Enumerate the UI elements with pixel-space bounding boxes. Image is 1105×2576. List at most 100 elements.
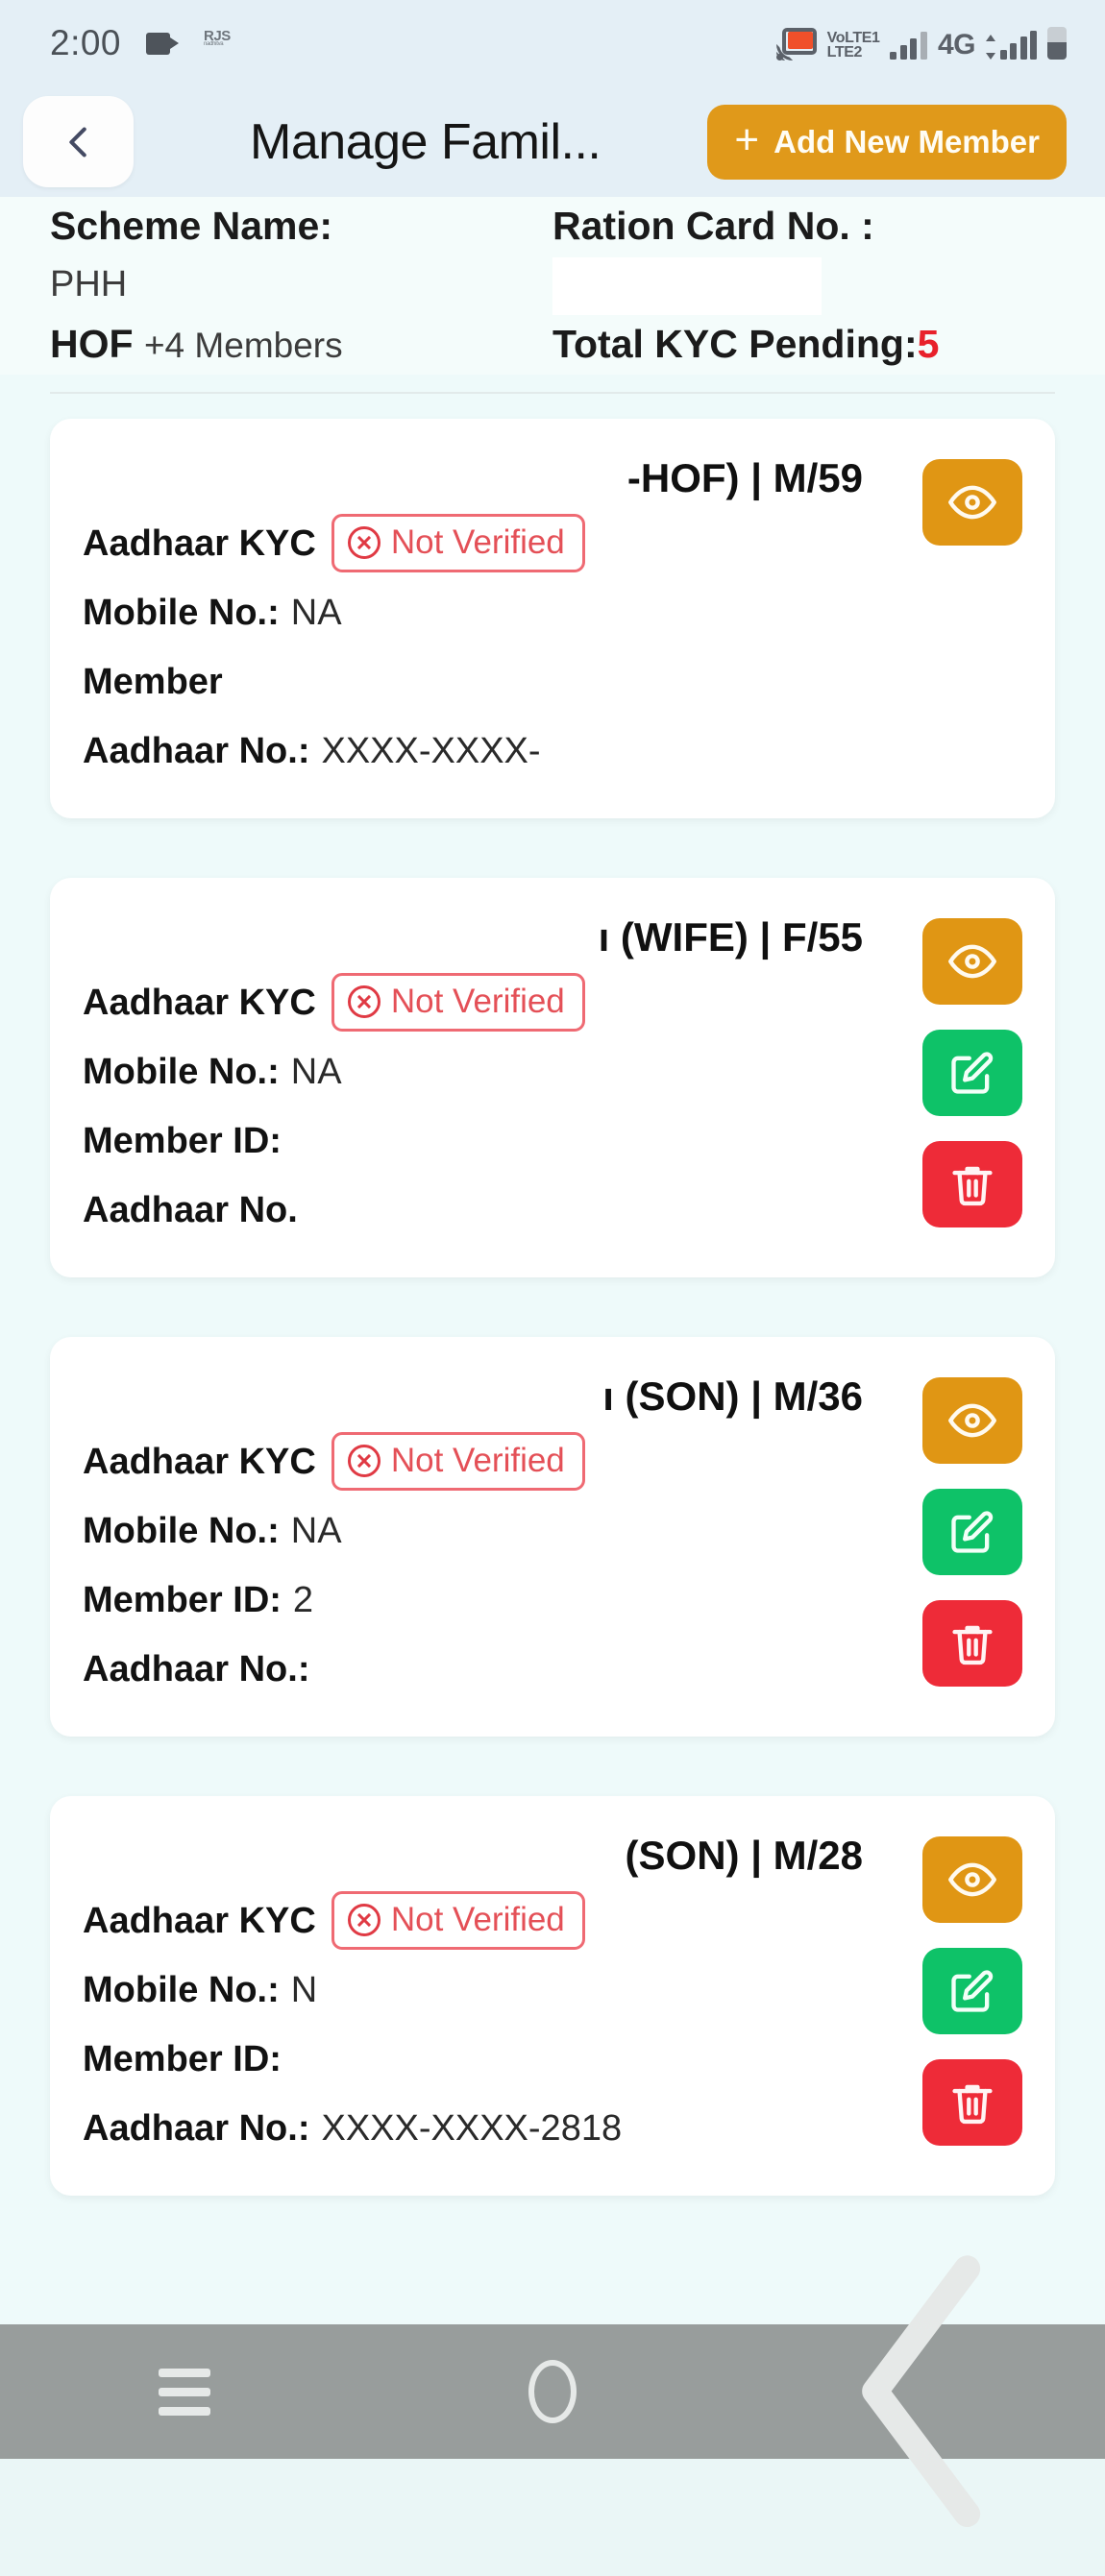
- status-bar: 2:00 RJS nadhitva VoLTE1 LTE2 4G: [0, 0, 1105, 86]
- member-mobile-row: Mobile No.: N: [83, 1956, 922, 2025]
- member-card-actions: [922, 1366, 1022, 1704]
- aadhaar-kyc-label: Aadhaar KYC: [83, 1900, 316, 1941]
- delete-member-button[interactable]: [922, 1140, 1022, 1227]
- mobile-no-value: N: [290, 1969, 318, 2010]
- recents-button[interactable]: [0, 2368, 368, 2416]
- mobile-no-label: Mobile No.:: [83, 1051, 280, 1092]
- redacted-value: [552, 256, 822, 315]
- member-card-body: ı (WIFE) | F/55 Aadhaar KYC Not Verified…: [83, 907, 922, 1245]
- member-card[interactable]: (SON) | M/28 Aadhaar KYC Not Verified Mo…: [50, 1795, 1055, 2196]
- status-badge-label: Not Verified: [390, 1442, 565, 1480]
- status-bar-clock: 2:00: [50, 23, 122, 62]
- delete-member-button[interactable]: [922, 2058, 1022, 2146]
- family-summary: Scheme Name: PHH Ration Card No. : HOF +…: [0, 197, 1105, 375]
- member-id-label: Member ID:: [83, 1120, 282, 1161]
- delete-member-button[interactable]: [922, 1599, 1022, 1687]
- trash-icon: [952, 1625, 993, 1665]
- kyc-pending-count: 5: [917, 321, 940, 366]
- scheme-name-label: Scheme Name:: [50, 204, 332, 248]
- scheme-name-block: Scheme Name: PHH: [50, 197, 552, 315]
- eye-icon: [948, 1403, 996, 1438]
- eye-icon: [948, 1862, 996, 1897]
- trash-icon: [952, 1166, 993, 1206]
- member-mobile-row: Mobile No.: NA: [83, 1037, 922, 1106]
- edit-member-button[interactable]: [922, 1029, 1022, 1116]
- view-member-button[interactable]: [922, 1376, 1022, 1464]
- member-id-label: Member: [83, 661, 223, 702]
- member-aadhaar-row: Aadhaar No.:: [83, 1635, 922, 1704]
- back-button[interactable]: [23, 96, 134, 187]
- member-card-body: (SON) | M/28 Aadhaar KYC Not Verified Mo…: [83, 1825, 922, 2163]
- content-scroll-area[interactable]: Scheme Name: PHH Ration Card No. : HOF +…: [0, 197, 1105, 2324]
- view-member-button[interactable]: [922, 1835, 1022, 1923]
- member-aadhaar-row: Aadhaar No.: XXXX-XXXX-2818: [83, 2094, 922, 2163]
- member-id-label: Member ID:: [83, 1579, 282, 1620]
- summary-row-1: Scheme Name: PHH Ration Card No. :: [50, 197, 1055, 315]
- member-id-row: Member ID:: [83, 2025, 922, 2094]
- member-aadhaar-row: Aadhaar No.: XXXX-XXXX-: [83, 717, 922, 786]
- volte-icon: VoLTE1 LTE2: [826, 31, 880, 61]
- member-name: ı (WIFE) | F/55: [598, 913, 863, 960]
- edit-member-button[interactable]: [922, 1488, 1022, 1575]
- system-back-button[interactable]: [737, 2207, 1105, 2575]
- mobile-no-label: Mobile No.:: [83, 592, 280, 633]
- status-badge-label: Not Verified: [390, 1901, 565, 1939]
- member-id-label: Member ID:: [83, 2038, 282, 2079]
- recents-menu-icon: [158, 2368, 210, 2416]
- kyc-pending-label: Total KYC Pending:5: [552, 315, 1055, 373]
- battery-icon: [1047, 27, 1067, 60]
- aadhaar-no-label: Aadhaar No.:: [83, 730, 310, 771]
- member-card[interactable]: -HOF) | M/59 Aadhaar KYC Not Verified Mo…: [50, 418, 1055, 818]
- hof-label: HOF +4 Members: [50, 315, 552, 375]
- ration-card-block: Ration Card No. :: [552, 197, 1055, 315]
- status-badge: Not Verified: [331, 1891, 585, 1951]
- member-card-body: ı (SON) | M/36 Aadhaar KYC Not Verified …: [83, 1366, 922, 1704]
- app-header: Manage Famil... + Add New Member: [0, 86, 1105, 197]
- home-circle-icon: [528, 2360, 577, 2423]
- hof-text: HOF: [50, 321, 134, 366]
- eye-icon: [948, 485, 996, 520]
- nav-back-icon: [861, 2255, 980, 2528]
- status-badge: Not Verified: [331, 973, 585, 1033]
- member-kyc-row: Aadhaar KYC Not Verified: [83, 968, 922, 1037]
- add-new-member-label: Add New Member: [774, 123, 1040, 159]
- member-name: ı (SON) | M/36: [602, 1373, 863, 1419]
- cast-icon: [775, 28, 817, 61]
- aadhaar-no-label: Aadhaar No.:: [83, 1648, 310, 1689]
- member-id-value: 2: [293, 1106, 313, 1176]
- status-badge: Not Verified: [331, 514, 585, 573]
- hof-members-count: +4 Members: [143, 325, 343, 365]
- edit-pencil-icon: [951, 1052, 994, 1094]
- aadhaar-no-label: Aadhaar No.:: [83, 2107, 310, 2149]
- member-kyc-row: Aadhaar KYC Not Verified: [83, 1886, 922, 1956]
- add-new-member-button[interactable]: + Add New Member: [707, 104, 1067, 180]
- kyc-pending-text: Total KYC Pending:: [552, 321, 918, 366]
- member-card-body: -HOF) | M/59 Aadhaar KYC Not Verified Mo…: [83, 448, 922, 786]
- edit-member-button[interactable]: [922, 1947, 1022, 2034]
- member-id-value: 2: [292, 1579, 314, 1620]
- video-camera-icon: [146, 32, 180, 55]
- view-member-button[interactable]: [922, 917, 1022, 1005]
- aadhaar-no-value: XXXX-XXXX-: [321, 730, 541, 771]
- signal-strength-icon-1: [890, 31, 927, 60]
- home-button[interactable]: [368, 2360, 736, 2423]
- trash-icon: [952, 2084, 993, 2125]
- aadhaar-kyc-label: Aadhaar KYC: [83, 982, 316, 1023]
- member-name: (SON) | M/28: [625, 1832, 863, 1878]
- volte-line-2: LTE2: [826, 44, 863, 61]
- eye-icon: [948, 944, 996, 979]
- mobile-no-value: NA: [290, 592, 342, 633]
- aadhaar-no-label: Aadhaar No.: [83, 1189, 298, 1230]
- aadhaar-kyc-label: Aadhaar KYC: [83, 522, 316, 564]
- member-card[interactable]: ı (SON) | M/36 Aadhaar KYC Not Verified …: [50, 1336, 1055, 1737]
- member-mobile-row: Mobile No.: NA: [83, 1496, 922, 1566]
- member-card[interactable]: ı (WIFE) | F/55 Aadhaar KYC Not Verified…: [50, 877, 1055, 1277]
- mobile-no-label: Mobile No.:: [83, 1510, 280, 1551]
- status-bar-left: 2:00 RJS nadhitva: [50, 23, 236, 63]
- member-kyc-row: Aadhaar KYC Not Verified: [83, 509, 922, 578]
- member-mobile-row: Mobile No.: NA: [83, 578, 922, 647]
- circle-x-icon: [347, 1445, 381, 1478]
- ration-card-label: Ration Card No. :: [552, 204, 874, 248]
- mobile-no-label: Mobile No.:: [83, 1969, 280, 2010]
- view-member-button[interactable]: [922, 458, 1022, 546]
